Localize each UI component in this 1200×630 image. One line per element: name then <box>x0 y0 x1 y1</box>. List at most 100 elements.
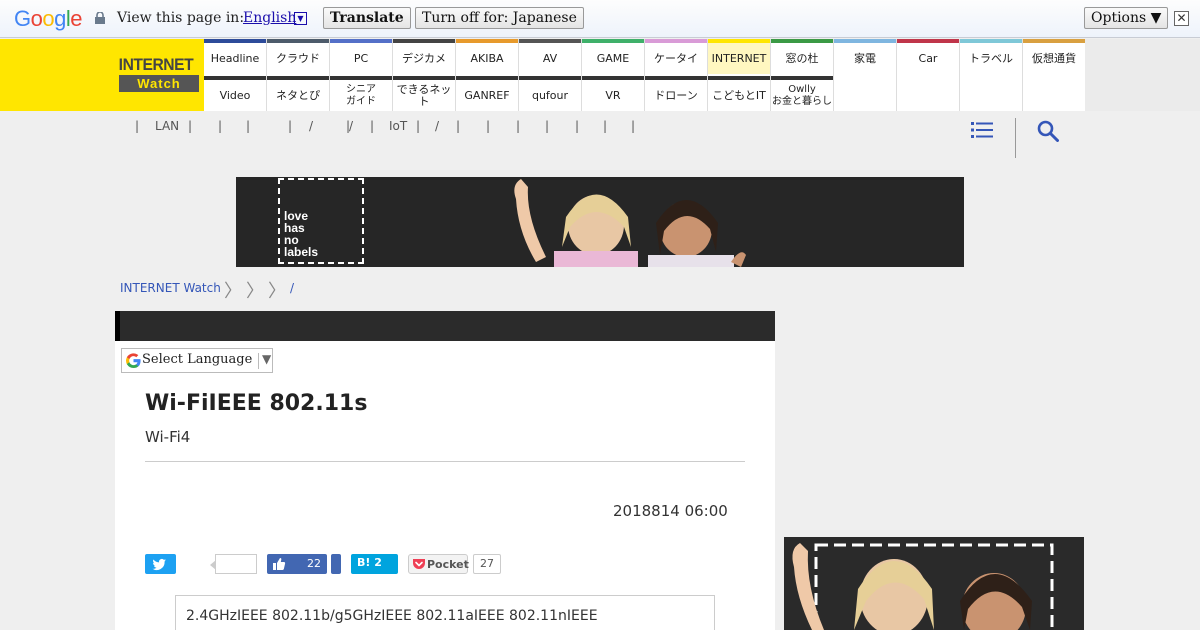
lock-icon <box>95 12 105 24</box>
subnav-separator: | <box>135 119 140 133</box>
nav-item[interactable]: VR <box>582 76 644 111</box>
subnav-separator: | <box>516 119 521 133</box>
nav-item[interactable]: ネタとぴ <box>267 76 329 111</box>
nav-item[interactable]: ドローン <box>645 76 707 111</box>
nav-item[interactable]: AV <box>519 39 581 74</box>
nav-divider <box>959 39 960 111</box>
subnav-item[interactable]: LAN <box>155 119 179 133</box>
category-nav: Headline クラウド PC デジカメ AKIBA AV GAME ケータイ INTERNE… <box>204 39 1085 111</box>
nav-item[interactable]: デジカメ <box>393 39 455 74</box>
hatena-bookmark-label: B! 2 <box>357 556 382 569</box>
nav-divider <box>707 39 708 111</box>
subnav-separator: | <box>456 119 461 133</box>
logo-letter: o <box>42 6 55 31</box>
site-logo[interactable]: INTERNET Watch <box>115 55 200 97</box>
breadcrumb-separator-icon: 〉 <box>268 281 286 302</box>
search-icon[interactable] <box>1037 120 1059 142</box>
nav-divider <box>770 39 771 111</box>
nav-divider <box>392 39 393 111</box>
close-icon[interactable]: ✕ <box>1174 11 1189 26</box>
nav-divider <box>329 39 330 111</box>
nav-divider <box>896 39 897 111</box>
subnav-separator: | <box>603 119 608 133</box>
menu-list-icon[interactable] <box>971 120 993 140</box>
nav-item[interactable]: 窓の杜 <box>771 39 833 74</box>
twitter-count-bubble <box>215 554 257 574</box>
options-button[interactable]: Options ▼ <box>1084 7 1169 29</box>
subnav-item[interactable]: / <box>309 119 313 133</box>
nav-item[interactable]: Owlly お金と暮らし <box>771 76 833 111</box>
article-subhead: Wi-Fi4 <box>145 428 191 446</box>
spec-text: 2.4GHzIEEE 802.11b/g5GHzIEEE 802.11aIEEE… <box>186 608 598 624</box>
logo-letter: G <box>14 6 31 31</box>
nav-item[interactable]: トラベル <box>960 39 1022 74</box>
nav-item[interactable]: GANREF <box>456 76 518 111</box>
subnav-separator: | <box>370 119 375 133</box>
ad-slogan-line: labels <box>284 245 319 259</box>
nav-divider <box>833 39 834 111</box>
logo-internet: INTERNET <box>118 55 194 74</box>
hatena-bookmark-button[interactable]: B! 2 <box>351 554 398 574</box>
article-date: 2018814 06:00 <box>613 502 728 520</box>
subnav-item[interactable]: / <box>349 119 353 133</box>
chevron-down-icon: ▼ <box>262 352 272 366</box>
language-select[interactable]: Select Language ▼ <box>121 348 273 373</box>
nav-divider <box>1022 39 1023 111</box>
breadcrumb-separator-icon: 〉 <box>246 281 264 302</box>
side-ad[interactable] <box>784 537 1084 630</box>
nav-item[interactable]: GAME <box>582 39 644 74</box>
subnav-separator: | <box>545 119 550 133</box>
article-card: Select Language ▼ Wi-FiIEEE 802.11s Wi-F… <box>115 311 775 630</box>
nav-item[interactable]: 家電 <box>834 39 896 74</box>
twitter-icon <box>152 558 166 571</box>
nav-item[interactable]: AKIBA <box>456 39 518 74</box>
nav-item[interactable]: qufour <box>519 76 581 111</box>
nav-item[interactable]: Headline <box>204 39 266 74</box>
side-ad-photo <box>784 537 1084 630</box>
language-select-label: Select Language <box>142 352 253 367</box>
breadcrumb-root-link[interactable]: INTERNET Watch <box>120 281 221 295</box>
subnav-separator: | <box>246 119 251 133</box>
subnav-item[interactable]: IoT <box>389 119 407 133</box>
facebook-share-button[interactable] <box>331 554 341 574</box>
header-divider <box>1015 118 1016 158</box>
nav-divider <box>644 39 645 111</box>
pocket-button[interactable]: Pocket <box>408 554 469 574</box>
turn-off-button[interactable]: Turn off for: Japanese <box>415 7 584 29</box>
nav-divider <box>581 39 582 111</box>
translate-button[interactable]: Translate <box>323 7 411 29</box>
language-dropdown-icon[interactable]: ▼ <box>294 12 307 25</box>
view-page-label: View this page in: <box>117 10 245 26</box>
nav-item[interactable]: INTERNET <box>708 39 770 74</box>
nav-item[interactable]: ケータイ <box>645 39 707 74</box>
nav-item[interactable]: 仮想通貨 <box>1023 39 1085 74</box>
banner-ad[interactable]: love has no labels <box>236 177 964 267</box>
breadcrumb-separator-icon: 〉 <box>224 281 242 302</box>
logo-watch: Watch <box>119 75 199 92</box>
facebook-like-count: 22 <box>307 557 321 570</box>
logo-letter: o <box>30 6 43 31</box>
nav-item[interactable]: こどもとIT <box>708 76 770 111</box>
language-link[interactable]: English <box>243 10 296 26</box>
nav-item[interactable]: Video <box>204 76 266 111</box>
google-logo: Google <box>14 6 83 32</box>
nav-item[interactable]: シニア ガイド <box>330 76 392 111</box>
breadcrumb-tail[interactable]: / <box>290 281 294 295</box>
subnav-separator: | <box>631 119 636 133</box>
twitter-share-button[interactable] <box>145 554 176 574</box>
nav-item[interactable]: クラウド <box>267 39 329 74</box>
subnav-separator: | <box>188 119 193 133</box>
nav-item[interactable]: PC <box>330 39 392 74</box>
subnav-separator: | <box>288 119 293 133</box>
article-header-bar <box>115 311 775 341</box>
facebook-like-button[interactable]: 22 <box>267 554 327 574</box>
nav-item[interactable]: できるネット <box>393 76 455 111</box>
pocket-count: 27 <box>473 554 501 574</box>
subnav-separator: | <box>575 119 580 133</box>
select-divider <box>258 353 259 369</box>
subnav-item[interactable]: / <box>435 119 439 133</box>
article-headline: Wi-FiIEEE 802.11s <box>145 391 368 416</box>
thumbs-up-icon <box>273 558 286 570</box>
nav-item[interactable]: Car <box>897 39 959 74</box>
pocket-label: Pocket <box>427 558 469 571</box>
